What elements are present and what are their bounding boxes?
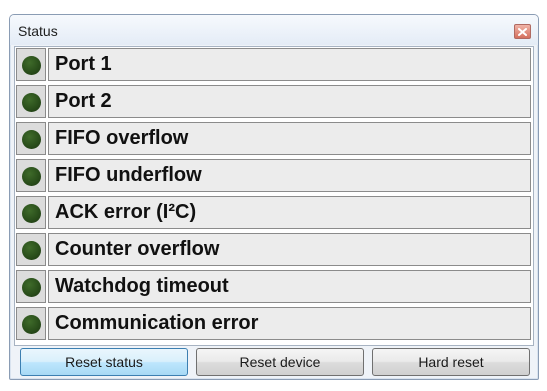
status-window: Status Port 1 Port 2 FIFO overflow FIFO … — [9, 14, 539, 380]
status-list: Port 1 Port 2 FIFO overflow FIFO underfl… — [14, 46, 534, 346]
status-row-counter-overflow: Counter overflow — [15, 232, 533, 268]
status-row-watchdog-timeout: Watchdog timeout — [15, 269, 533, 305]
status-led-indicator — [22, 56, 41, 75]
status-label: Communication error — [48, 307, 531, 340]
status-row-ack-error: ACK error (I²C) — [15, 195, 533, 231]
status-label: FIFO overflow — [48, 122, 531, 155]
status-row-port-1: Port 1 — [15, 47, 533, 83]
status-row-fifo-underflow: FIFO underflow — [15, 158, 533, 194]
status-led-cell — [16, 122, 46, 155]
hard-reset-button[interactable]: Hard reset — [372, 348, 530, 376]
status-led-cell — [16, 85, 46, 118]
status-led-indicator — [22, 204, 41, 223]
status-row-communication-error: Communication error — [15, 306, 533, 342]
status-label: ACK error (I²C) — [48, 196, 531, 229]
status-led-indicator — [22, 167, 41, 186]
status-led-indicator — [22, 130, 41, 149]
status-label: Port 2 — [48, 85, 531, 118]
status-led-indicator — [22, 241, 41, 260]
status-led-cell — [16, 196, 46, 229]
title-bar[interactable]: Status — [10, 15, 538, 45]
status-led-indicator — [22, 315, 41, 334]
close-button[interactable] — [514, 24, 531, 39]
status-label: FIFO underflow — [48, 159, 531, 192]
status-label: Watchdog timeout — [48, 270, 531, 303]
close-icon — [518, 27, 527, 36]
status-led-cell — [16, 270, 46, 303]
status-led-cell — [16, 48, 46, 81]
status-led-indicator — [22, 93, 41, 112]
status-led-cell — [16, 307, 46, 340]
reset-status-button[interactable]: Reset status — [20, 348, 188, 376]
status-row-fifo-overflow: FIFO overflow — [15, 121, 533, 157]
status-led-indicator — [22, 278, 41, 297]
status-led-cell — [16, 233, 46, 266]
status-label: Counter overflow — [48, 233, 531, 266]
status-label: Port 1 — [48, 48, 531, 81]
button-bar: Reset status Reset device Hard reset — [10, 348, 538, 378]
status-led-cell — [16, 159, 46, 192]
reset-device-button[interactable]: Reset device — [196, 348, 364, 376]
window-title: Status — [18, 23, 58, 39]
status-row-port-2: Port 2 — [15, 84, 533, 120]
